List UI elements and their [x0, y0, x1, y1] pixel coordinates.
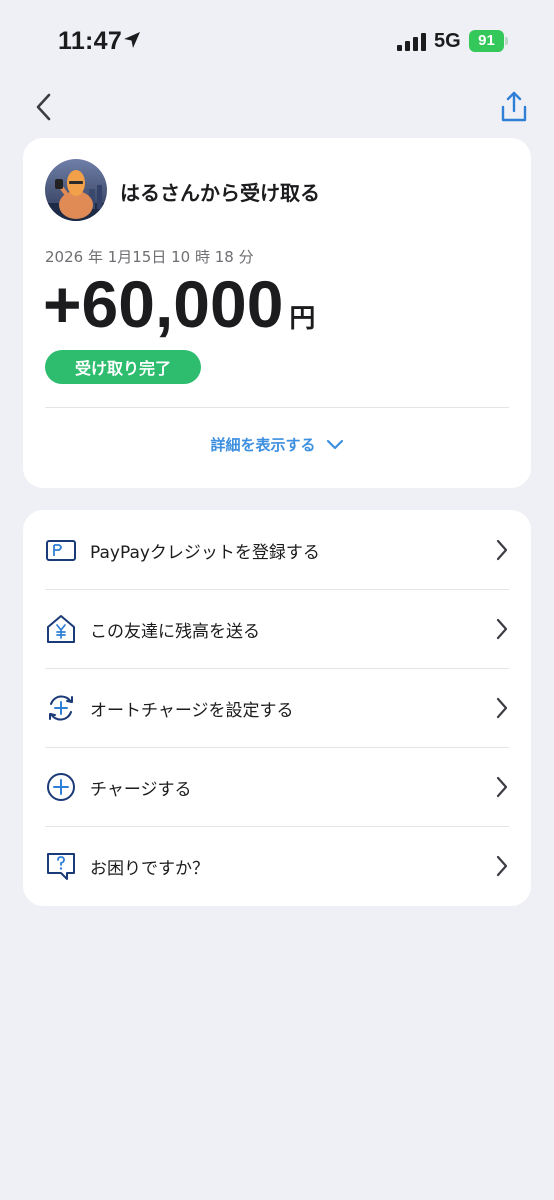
menu-item-label: チャージする: [90, 780, 192, 800]
menu-item-auto-charge[interactable]: オートチャージを設定する: [23, 668, 531, 747]
cellular-signal-icon: [397, 33, 427, 55]
chevron-right-icon: [495, 618, 509, 644]
chevron-left-icon: [36, 93, 51, 121]
amount-currency: 円: [289, 304, 316, 334]
chevron-right-icon: [495, 855, 509, 881]
share-button[interactable]: [498, 90, 530, 124]
transaction-date: 2026 年 1月15日 10 時 18 分: [45, 248, 254, 266]
menu-item-paypay-credit[interactable]: PayPayクレジットを登録する: [23, 510, 531, 589]
menu-item-help[interactable]: お困りですか？: [23, 826, 531, 905]
menu-item-charge[interactable]: チャージする: [23, 747, 531, 826]
chevron-right-icon: [495, 776, 509, 802]
status-time: 11:47: [58, 27, 123, 55]
battery-icon: 91: [469, 30, 509, 52]
status-badge: 受け取り完了: [45, 350, 201, 384]
charge-plus-icon: [45, 771, 77, 803]
action-menu-card: PayPayクレジットを登録する この友達に残高を送る オートチャージを設定する…: [23, 510, 531, 906]
amount-value: +60,000: [43, 267, 284, 341]
menu-item-label: オートチャージを設定する: [90, 701, 294, 721]
show-details-label: 詳細を表示する: [210, 436, 316, 454]
transaction-card: はるさんから受け取る 2026 年 1月15日 10 時 18 分 +60,00…: [23, 138, 531, 488]
network-type: 5G: [434, 30, 461, 52]
back-button[interactable]: [30, 92, 58, 122]
share-icon: [501, 91, 527, 122]
divider: [45, 407, 509, 408]
menu-item-label: この友達に残高を送る: [90, 622, 260, 642]
menu-item-label: お困りですか？: [90, 859, 209, 879]
amount-display: +60,000 円: [43, 266, 315, 342]
chevron-right-icon: [495, 697, 509, 723]
credit-card-icon: [45, 534, 77, 566]
location-arrow-icon: [122, 30, 142, 54]
avatar[interactable]: [45, 159, 107, 221]
chevron-right-icon: [495, 539, 509, 565]
transaction-title: はるさんから受け取る: [120, 181, 320, 205]
auto-charge-icon: [45, 692, 77, 724]
menu-item-send-balance[interactable]: この友達に残高を送る: [23, 589, 531, 668]
menu-item-label: PayPayクレジットを登録する: [90, 543, 320, 563]
status-bar: 11:47 5G 91: [0, 0, 554, 84]
show-details-button[interactable]: 詳細を表示する: [23, 434, 531, 455]
battery-level: 91: [478, 32, 495, 49]
chevron-down-icon: [326, 439, 343, 449]
send-balance-icon: [45, 613, 77, 645]
help-question-icon: [45, 850, 77, 882]
